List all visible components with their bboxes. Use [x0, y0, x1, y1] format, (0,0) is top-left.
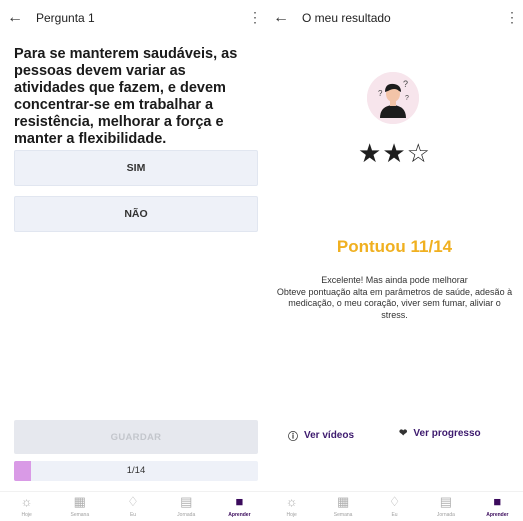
confused-person-illustration-icon: ? ? ? [367, 72, 419, 124]
save-button[interactable]: GUARDAR [14, 420, 258, 454]
progress-text: 1/14 [126, 465, 146, 476]
result-screen: ← O meu resultado ⋮ ? ? ? ★★☆ Pontuou 11… [266, 0, 523, 521]
nav-label: Hoje [286, 512, 297, 518]
map-icon: ▤ [439, 494, 453, 509]
svg-text:?: ? [405, 95, 409, 102]
nav-label: Aprender [228, 512, 251, 518]
more-vert-icon[interactable]: ⋮ [248, 9, 262, 26]
nav-item-jornada[interactable]: ▤ Jornada [420, 492, 471, 521]
bottom-navigation: ☼ Hoje ▦ Semana ♢ Eu ▤ Jornada ■ Aprende… [0, 491, 266, 521]
nav-label: Jornada [436, 512, 455, 518]
person-icon: ♢ [388, 494, 401, 509]
nav-item-semana[interactable]: ▦ Semana [317, 492, 368, 521]
sun-icon: ☼ [20, 494, 33, 509]
feedback-body: Excelente! Mas ainda pode melhorar Obtev… [276, 275, 513, 320]
nav-item-eu[interactable]: ♢ Eu [369, 492, 420, 521]
svg-text:?: ? [403, 79, 408, 89]
nav-label: Hoje [21, 512, 32, 518]
calendar-icon: ▦ [73, 494, 86, 509]
svg-text:?: ? [378, 89, 383, 98]
question-screen: ← Pergunta 1 ⋮ Para se manterem saudávei… [0, 0, 266, 521]
star-rating: ★★☆ [358, 138, 431, 168]
result-actions: ⓘ Ver vídeos ❤ Ver progresso [266, 428, 523, 444]
nav-label: Jornada [177, 512, 196, 518]
app-bar: ← Pergunta 1 ⋮ [0, 0, 266, 36]
bottom-navigation: ☼ Hoje ▦ Semana ♢ Eu ▤ Jornada ■ Aprende… [266, 491, 523, 521]
nav-item-aprender[interactable]: ■ Aprender [213, 492, 266, 521]
map-icon: ▤ [180, 494, 193, 509]
calendar-icon: ▦ [336, 494, 350, 509]
nav-item-jornada[interactable]: ▤ Jornada [160, 492, 213, 521]
sun-icon: ☼ [285, 494, 298, 509]
feedback-text: Excelente! Mas ainda pode melhorar Obtev… [276, 275, 513, 321]
answer-no-button[interactable]: NÃO [14, 196, 258, 232]
nav-label: Aprender [486, 512, 509, 518]
app-bar: ← O meu resultado ⋮ [266, 0, 523, 36]
nav-item-aprender[interactable]: ■ Aprender [472, 492, 523, 521]
nav-item-hoje[interactable]: ☼ Hoje [266, 492, 317, 521]
view-progress-label: Ver progresso [413, 428, 481, 439]
back-arrow-icon[interactable]: ← [268, 9, 294, 27]
book-icon: ■ [493, 494, 502, 509]
score-title: Pontuou 11/14 [336, 237, 453, 256]
page-title: Pergunta 1 [36, 11, 95, 25]
person-icon: ♢ [127, 494, 139, 509]
nav-item-eu[interactable]: ♢ Eu [106, 492, 159, 521]
info-icon: ⓘ [288, 432, 298, 443]
more-vert-icon[interactable]: ⋮ [505, 9, 519, 26]
view-progress-button[interactable]: ❤ Ver progresso [399, 428, 481, 439]
question-text: Para se manterem saudáveis, as pessoas d… [14, 46, 238, 147]
answer-yes-button[interactable]: SIM [14, 150, 258, 186]
nav-label: Eu [391, 512, 398, 518]
nav-item-semana[interactable]: ▦ Semana [53, 492, 106, 521]
page-title: O meu resultado [302, 11, 391, 25]
heart-pulse-icon: ❤ [399, 428, 408, 439]
progress-bar: 1/14 [14, 461, 258, 481]
view-videos-button[interactable]: ⓘ Ver vídeos [288, 428, 354, 443]
view-videos-label: Ver vídeos [304, 430, 355, 441]
nav-item-hoje[interactable]: ☼ Hoje [0, 492, 53, 521]
back-arrow-icon[interactable]: ← [2, 9, 28, 27]
nav-label: Eu [129, 512, 137, 518]
nav-label: Semana [333, 512, 353, 518]
nav-label: Semana [70, 512, 90, 518]
book-icon: ■ [235, 494, 244, 509]
